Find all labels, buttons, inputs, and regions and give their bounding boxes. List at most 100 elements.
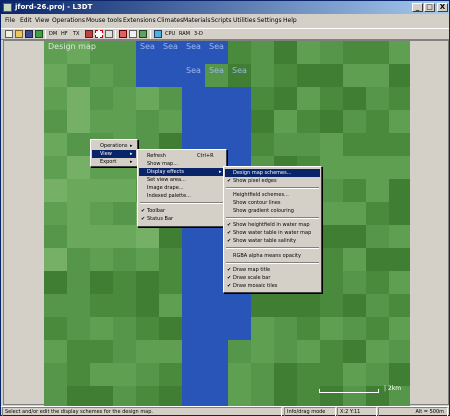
water-icon[interactable] bbox=[154, 30, 162, 38]
menu-item-view[interactable]: View ▸ bbox=[92, 150, 136, 158]
land-tile bbox=[136, 248, 159, 271]
menu-item-set-view-area[interactable]: Set view area... bbox=[139, 176, 225, 184]
menu-item-display-effects[interactable]: Display effects ▸ bbox=[139, 168, 225, 176]
title-bar[interactable]: jford-26.proj - L3DT _ □ X bbox=[1, 1, 449, 14]
wizard-icon[interactable] bbox=[35, 30, 43, 38]
menu-item-heightfield-schemes[interactable]: Heightfield schemes... bbox=[225, 191, 320, 199]
menu-item-label: Show map... bbox=[147, 161, 178, 167]
save-icon[interactable] bbox=[25, 30, 33, 38]
menu-item-show-water-table-in-water-map[interactable]: ✔ Show water table in water map bbox=[225, 229, 320, 237]
sea-tile bbox=[182, 317, 205, 340]
land-tile bbox=[343, 41, 366, 64]
menu-item-show-map[interactable]: Show map... bbox=[139, 160, 225, 168]
land-tile bbox=[67, 340, 90, 363]
open-folder-icon[interactable] bbox=[15, 30, 23, 38]
menu-view[interactable]: View bbox=[35, 16, 49, 26]
land-tile bbox=[159, 110, 182, 133]
menu-item-rgba-alpha-means-opacity[interactable]: RGBA alpha means opacity bbox=[225, 252, 320, 260]
land-tile bbox=[44, 340, 67, 363]
menu-item-label: Design map schemes... bbox=[233, 170, 292, 176]
menu-item-show-water-table-salinity[interactable]: ✔ Show water table salinity bbox=[225, 237, 320, 245]
land-tile bbox=[389, 87, 410, 110]
menu-help[interactable]: Help bbox=[283, 16, 297, 26]
menu-item-export[interactable]: Export ▸ bbox=[92, 158, 136, 166]
menu-separator bbox=[140, 202, 224, 204]
layers-icon[interactable] bbox=[129, 30, 137, 38]
land-tile bbox=[389, 340, 410, 363]
selection-icon[interactable] bbox=[95, 30, 103, 38]
maximize-button[interactable]: □ bbox=[424, 3, 435, 12]
menu-file[interactable]: File bbox=[5, 16, 15, 26]
land-tile bbox=[136, 386, 159, 406]
new-file-icon[interactable] bbox=[5, 30, 13, 38]
land-tile bbox=[90, 179, 113, 202]
menu-item-label: RGBA alpha means opacity bbox=[233, 253, 301, 259]
land-tile bbox=[343, 87, 366, 110]
menu-climates[interactable]: Climates bbox=[157, 16, 183, 26]
design-map-button[interactable]: DM bbox=[49, 30, 57, 39]
menu-materials[interactable]: Materials bbox=[183, 16, 211, 26]
land-tile bbox=[113, 363, 136, 386]
menu-item-show-gradient-colouring[interactable]: Show gradient colouring bbox=[225, 207, 320, 215]
menu-item-indexed-palette[interactable]: Indexed palette... bbox=[139, 192, 225, 200]
sea-tile bbox=[228, 294, 251, 317]
submenu-arrow-icon: ▸ bbox=[219, 169, 222, 175]
3d-view-button[interactable]: 3-D bbox=[194, 30, 203, 39]
menu-item-status-bar[interactable]: ✔ Status Bar bbox=[139, 215, 225, 223]
menu-settings[interactable]: Settings bbox=[257, 16, 282, 26]
land-tile bbox=[366, 87, 389, 110]
sea-tile bbox=[228, 110, 251, 133]
land-tile bbox=[90, 248, 113, 271]
attribute-map-icon[interactable] bbox=[85, 30, 93, 38]
land-tile bbox=[343, 156, 366, 179]
texture-button[interactable]: TX bbox=[73, 30, 79, 39]
menu-item-draw-mosaic-tiles[interactable]: ✔ Draw mosaic tiles bbox=[225, 282, 320, 290]
terrain-icon[interactable] bbox=[139, 30, 147, 38]
land-tile bbox=[297, 41, 320, 64]
menu-item-show-heightfield-in-water-map[interactable]: ✔ Show heightfield in water map bbox=[225, 221, 320, 229]
land-tile bbox=[90, 317, 113, 340]
land-tile bbox=[90, 363, 113, 386]
minimize-button[interactable]: _ bbox=[412, 3, 423, 12]
menu-item-toolbar[interactable]: ✔ Toolbar bbox=[139, 207, 225, 215]
land-tile bbox=[389, 271, 410, 294]
status-altitude: Alt = 500m bbox=[378, 407, 448, 416]
grid-icon[interactable] bbox=[105, 30, 113, 38]
toolbar-separator bbox=[45, 30, 46, 39]
menu-item-draw-scale-bar[interactable]: ✔ Draw scale bar bbox=[225, 274, 320, 282]
menu-item-refresh[interactable]: Refresh Ctrl+R bbox=[139, 152, 225, 160]
menu-edit[interactable]: Edit bbox=[20, 16, 32, 26]
zoom-icon[interactable] bbox=[119, 30, 127, 38]
menu-utilities[interactable]: Utilities bbox=[233, 16, 256, 26]
menu-item-show-contour-lines[interactable]: Show contour lines bbox=[225, 199, 320, 207]
menu-item-image-drape[interactable]: Image drape... bbox=[139, 184, 225, 192]
close-button[interactable]: X bbox=[437, 3, 448, 12]
land-tile bbox=[274, 340, 297, 363]
menu-bar: File Edit View Operations Mouse tools Ex… bbox=[1, 15, 449, 27]
land-tile bbox=[67, 110, 90, 133]
menu-item-operations[interactable]: Operations ▸ bbox=[92, 142, 136, 150]
check-icon: ✔ bbox=[227, 238, 232, 244]
land-tile bbox=[366, 110, 389, 133]
land-tile bbox=[274, 110, 297, 133]
menu-item-label: Show contour lines bbox=[233, 200, 281, 206]
cpu-indicator: CPU bbox=[165, 31, 176, 37]
menu-item-show-pixel-edges[interactable]: ✔ Show pixel edges bbox=[225, 177, 320, 185]
land-tile bbox=[320, 363, 343, 386]
menu-mouse-tools[interactable]: Mouse tools bbox=[86, 16, 122, 26]
land-tile bbox=[159, 363, 182, 386]
sea-label: Sea bbox=[209, 42, 224, 51]
menu-scripts[interactable]: Scripts bbox=[211, 16, 232, 26]
menu-item-draw-map-title[interactable]: ✔ Draw map title bbox=[225, 266, 320, 274]
land-tile bbox=[67, 248, 90, 271]
heightfield-button[interactable]: HF bbox=[61, 30, 68, 39]
sea-tile bbox=[205, 294, 228, 317]
land-tile bbox=[320, 294, 343, 317]
menu-item-label: Indexed palette... bbox=[147, 193, 191, 199]
menu-item-label: Show gradient colouring bbox=[233, 208, 294, 214]
land-tile bbox=[389, 133, 410, 156]
sea-tile bbox=[182, 386, 205, 406]
menu-item-design-map-schemes[interactable]: Design map schemes... bbox=[225, 169, 320, 177]
menu-operations[interactable]: Operations bbox=[52, 16, 85, 26]
menu-extensions[interactable]: Extensions bbox=[123, 16, 156, 26]
